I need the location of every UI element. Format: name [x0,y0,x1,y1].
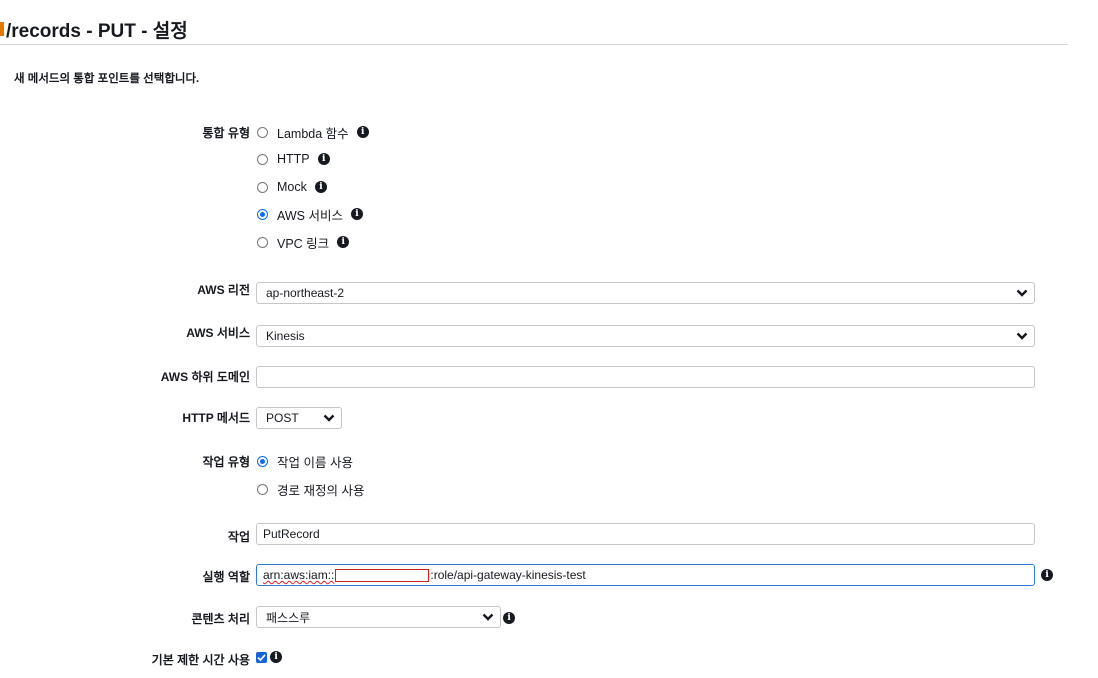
info-icon[interactable]: i [314,181,327,193]
action-type-option-path[interactable]: 경로 재정의 사용 [257,481,365,498]
radio-path-override[interactable] [257,483,268,495]
execution-role-prefix: arn:aws:iam:: [263,568,335,582]
option-label: HTTP [277,152,310,166]
integration-option-mock[interactable]: Mock i [257,179,327,195]
option-label: Lambda 함수 [277,126,349,141]
execution-role-input[interactable]: arn:aws:iam:::role/api-gateway-kinesis-t… [256,564,1035,586]
page-title: /records - PUT - 설정 [6,21,188,42]
option-label: 작업 이름 사용 [277,455,353,470]
aws-subdomain-input[interactable] [256,366,1035,388]
page-subtitle: 새 메서드의 통합 포인트를 선택합니다. [14,73,200,85]
info-icon[interactable]: i [317,153,330,165]
integration-option-vpc-link[interactable]: VPC 링크 i [257,234,350,251]
action-input[interactable]: PutRecord [256,523,1035,545]
info-icon[interactable]: i [337,236,350,248]
default-timeout-checkbox[interactable] [256,652,267,663]
action-type-label: 작업 유형 [202,455,251,469]
radio-use-action-name[interactable] [257,455,268,467]
http-method-label: HTTP 메서드 [182,411,250,425]
content-handling-select[interactable]: 패스스루 [256,606,501,628]
info-icon[interactable]: i [1041,569,1053,581]
integration-option-lambda[interactable]: Lambda 함수 i [257,124,369,141]
info-icon[interactable]: i [350,208,363,220]
action-type-option-name[interactable]: 작업 이름 사용 [257,453,353,470]
aws-service-value: Kinesis [266,329,305,343]
option-label: 경로 재정의 사용 [277,483,365,498]
integration-option-aws-service[interactable]: AWS 서비스 i [257,206,363,223]
chevron-down-icon [1016,332,1028,340]
content-handling-label: 콘텐츠 처리 [191,612,250,626]
option-label: AWS 서비스 [277,208,343,223]
integration-option-http[interactable]: HTTP i [257,151,330,167]
radio-http[interactable] [257,153,268,165]
execution-role-label: 실행 역할 [202,570,251,584]
option-label: VPC 링크 [277,236,330,251]
chevron-down-icon [1016,289,1028,297]
radio-mock[interactable] [257,181,268,193]
title-accent-bar [0,22,4,36]
option-label: Mock [277,180,307,194]
execution-role-suffix: :role/api-gateway-kinesis-test [430,568,586,582]
content-handling-value: 패스스루 [266,610,311,625]
action-value: PutRecord [263,527,320,541]
radio-vpc-link[interactable] [257,236,268,248]
info-icon[interactable]: i [503,612,515,624]
chevron-down-icon [323,414,335,422]
chevron-down-icon [482,613,494,621]
http-method-select[interactable]: POST [256,407,342,429]
aws-region-value: ap-northeast-2 [266,286,345,300]
action-label: 작업 [227,530,250,544]
redacted-account-id [335,568,430,582]
aws-service-select[interactable]: Kinesis [256,325,1035,347]
info-icon[interactable]: i [356,126,369,138]
integration-type-label: 통합 유형 [202,126,251,140]
aws-region-select[interactable]: ap-northeast-2 [256,282,1035,304]
aws-subdomain-label: AWS 하위 도메인 [160,370,250,384]
page-header: /records - PUT - 설정 [0,0,1068,45]
aws-region-label: AWS 리전 [197,283,250,297]
http-method-value: POST [266,411,299,425]
aws-service-label: AWS 서비스 [186,326,250,340]
info-icon[interactable]: i [270,651,282,663]
radio-aws-service[interactable] [257,208,268,220]
checkmark-icon [257,654,266,662]
default-timeout-label: 기본 제한 시간 사용 [151,653,250,667]
radio-lambda[interactable] [257,126,268,138]
